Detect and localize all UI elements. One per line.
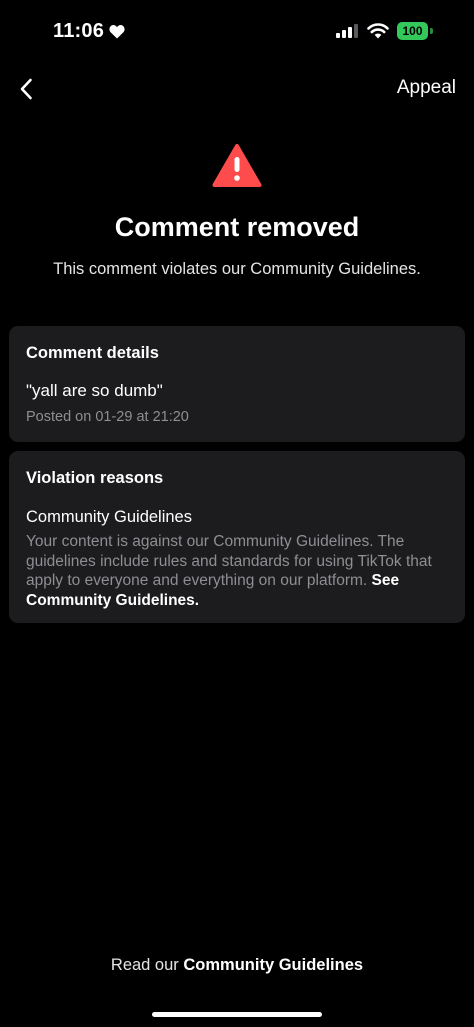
back-button[interactable] <box>12 74 40 104</box>
violation-reasons-title: Violation reasons <box>26 469 164 487</box>
violation-reasons-card: Violation reasons Community Guidelines Y… <box>9 451 465 623</box>
footer-guidelines-link[interactable]: Community Guidelines <box>183 956 363 974</box>
battery-level: 100 <box>397 22 428 40</box>
wifi-icon <box>367 23 389 39</box>
chevron-left-icon <box>20 78 32 100</box>
heart-icon <box>109 24 125 39</box>
appeal-button[interactable]: Appeal <box>397 77 456 99</box>
cellular-signal-icon <box>336 24 358 38</box>
battery-cap <box>430 28 433 34</box>
footer-prefix: Read our <box>110 956 179 974</box>
posted-timestamp: Posted on 01-29 at 21:20 <box>26 409 189 425</box>
battery-indicator: 100 <box>397 22 433 40</box>
home-indicator[interactable] <box>152 1012 322 1017</box>
violation-name: Community Guidelines <box>26 508 192 526</box>
status-time: 11:06 <box>53 20 125 43</box>
time-label: 11:06 <box>53 20 105 42</box>
status-bar: 11:06 100 <box>0 0 474 64</box>
comment-text: "yall are so dumb" <box>26 381 163 400</box>
page-subtitle: This comment violates our Community Guid… <box>53 260 421 278</box>
comment-details-card: Comment details "yall are so dumb" Poste… <box>9 326 465 442</box>
warning-icon <box>212 144 262 187</box>
comment-details-title: Comment details <box>26 344 159 362</box>
page-title: Comment removed <box>114 212 360 242</box>
footer-guidelines: Read our Community Guidelines <box>0 956 474 975</box>
violation-description: Your content is against our Community Gu… <box>26 532 448 610</box>
